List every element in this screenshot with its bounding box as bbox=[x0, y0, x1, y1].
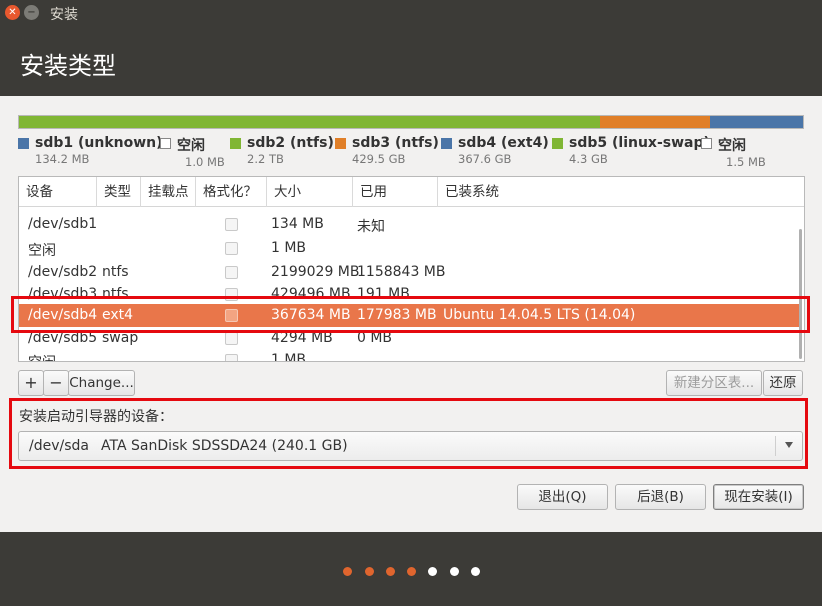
cell-size: 1 MB bbox=[271, 352, 307, 361]
quit-button[interactable]: 退出(Q) bbox=[517, 484, 608, 510]
progress-dot bbox=[407, 567, 416, 576]
format-checkbox[interactable] bbox=[225, 218, 238, 231]
cell-device: /dev/sdb1 bbox=[28, 216, 98, 232]
column-header-size[interactable]: 大小 bbox=[267, 177, 353, 207]
change-partition-button[interactable]: Change... bbox=[68, 370, 135, 396]
partition-bar-segment bbox=[19, 116, 600, 128]
add-partition-button[interactable]: + bbox=[18, 370, 44, 396]
install-now-button[interactable]: 现在安装(I) bbox=[713, 484, 804, 510]
format-checkbox[interactable] bbox=[225, 354, 238, 361]
partition-legend: sdb1 (unknown) 134.2 MB 空闲 1.0 MB sdb2 (… bbox=[18, 135, 808, 169]
page-header: 安装类型 bbox=[0, 26, 822, 96]
legend-swatch bbox=[701, 138, 712, 149]
new-partition-table-button[interactable]: 新建分区表... bbox=[666, 370, 762, 396]
table-row-sdb1[interactable]: /dev/sdb1 134 MB 未知 bbox=[19, 213, 801, 236]
progress-dot bbox=[471, 567, 480, 576]
partition-usage-bar bbox=[18, 115, 804, 129]
legend-swatch bbox=[552, 138, 563, 149]
column-header-used[interactable]: 已用 bbox=[353, 177, 438, 207]
cell-device: /dev/sdb2 bbox=[28, 264, 98, 280]
highlight-selected-row bbox=[11, 296, 810, 333]
legend-name: sdb1 (unknown) bbox=[35, 135, 163, 151]
revert-button[interactable]: 还原 bbox=[763, 370, 803, 396]
partition-table: 设备 类型 挂载点 格式化？ 大小 已用 已装系统 /dev/sdb1 134 … bbox=[18, 176, 805, 362]
remove-partition-button[interactable]: − bbox=[43, 370, 69, 396]
cell-device: 空闲 bbox=[28, 352, 56, 361]
close-window-button[interactable]: ✕ bbox=[5, 5, 20, 20]
legend-name: 空闲 bbox=[177, 138, 205, 154]
progress-dot bbox=[386, 567, 395, 576]
cell-type: ntfs bbox=[102, 264, 129, 280]
cell-used: 1158843 MB bbox=[357, 264, 446, 280]
table-scrollbar[interactable] bbox=[799, 229, 802, 359]
page-title: 安装类型 bbox=[20, 52, 116, 80]
legend-size: 2.2 TB bbox=[247, 152, 284, 166]
table-row-free-2[interactable]: 空闲 1 MB bbox=[19, 349, 801, 361]
table-row-free-1[interactable]: 空闲 1 MB bbox=[19, 237, 801, 260]
column-header-type[interactable]: 类型 bbox=[97, 177, 141, 207]
window-title: 安装 bbox=[50, 7, 78, 23]
footer bbox=[0, 532, 822, 606]
format-checkbox[interactable] bbox=[225, 332, 238, 345]
cell-size: 1 MB bbox=[271, 240, 307, 256]
progress-dot bbox=[343, 567, 352, 576]
legend-name: sdb3 (ntfs) bbox=[352, 135, 439, 151]
column-header-device[interactable]: 设备 bbox=[19, 177, 97, 207]
table-header: 设备 类型 挂载点 格式化？ 大小 已用 已装系统 bbox=[19, 177, 804, 207]
cell-size: 134 MB bbox=[271, 216, 324, 232]
legend-size: 134.2 MB bbox=[35, 152, 90, 166]
cell-used: 未知 bbox=[357, 219, 385, 235]
legend-name: sdb4 (ext4) bbox=[458, 135, 549, 151]
legend-name: sdb2 (ntfs) bbox=[247, 135, 334, 151]
back-button[interactable]: 后退(B) bbox=[615, 484, 706, 510]
highlight-boot-device bbox=[9, 398, 808, 469]
legend-name: 空闲 bbox=[718, 138, 746, 154]
table-body: /dev/sdb1 134 MB 未知 空闲 1 MB /dev/sdb2 nt… bbox=[19, 207, 801, 361]
legend-swatch bbox=[441, 138, 452, 149]
format-checkbox[interactable] bbox=[225, 242, 238, 255]
column-header-system[interactable]: 已装系统 bbox=[438, 177, 804, 207]
legend-size: 4.3 GB bbox=[569, 152, 608, 166]
title-bar: ✕ − 安装 bbox=[0, 0, 822, 26]
cell-device: 空闲 bbox=[28, 243, 56, 259]
partition-bar-segment bbox=[710, 116, 803, 128]
legend-size: 367.6 GB bbox=[458, 152, 512, 166]
legend-size: 1.0 MB bbox=[185, 155, 225, 169]
progress-dot bbox=[365, 567, 374, 576]
legend-swatch bbox=[160, 138, 171, 149]
legend-size: 429.5 GB bbox=[352, 152, 406, 166]
format-checkbox[interactable] bbox=[225, 266, 238, 279]
minimize-window-button[interactable]: − bbox=[24, 5, 39, 20]
legend-size: 1.5 MB bbox=[726, 155, 766, 169]
column-header-mount[interactable]: 挂载点 bbox=[141, 177, 196, 207]
column-header-format[interactable]: 格式化？ bbox=[196, 177, 267, 207]
legend-name: sdb5 (linux-swap) bbox=[569, 135, 710, 151]
partition-bar-segment bbox=[599, 116, 711, 128]
table-row-sdb2[interactable]: /dev/sdb2 ntfs 2199029 MB 1158843 MB bbox=[19, 261, 801, 284]
progress-dot bbox=[450, 567, 459, 576]
progress-dot bbox=[428, 567, 437, 576]
legend-swatch bbox=[230, 138, 241, 149]
legend-swatch bbox=[335, 138, 346, 149]
legend-swatch bbox=[18, 138, 29, 149]
cell-size: 2199029 MB bbox=[271, 264, 360, 280]
